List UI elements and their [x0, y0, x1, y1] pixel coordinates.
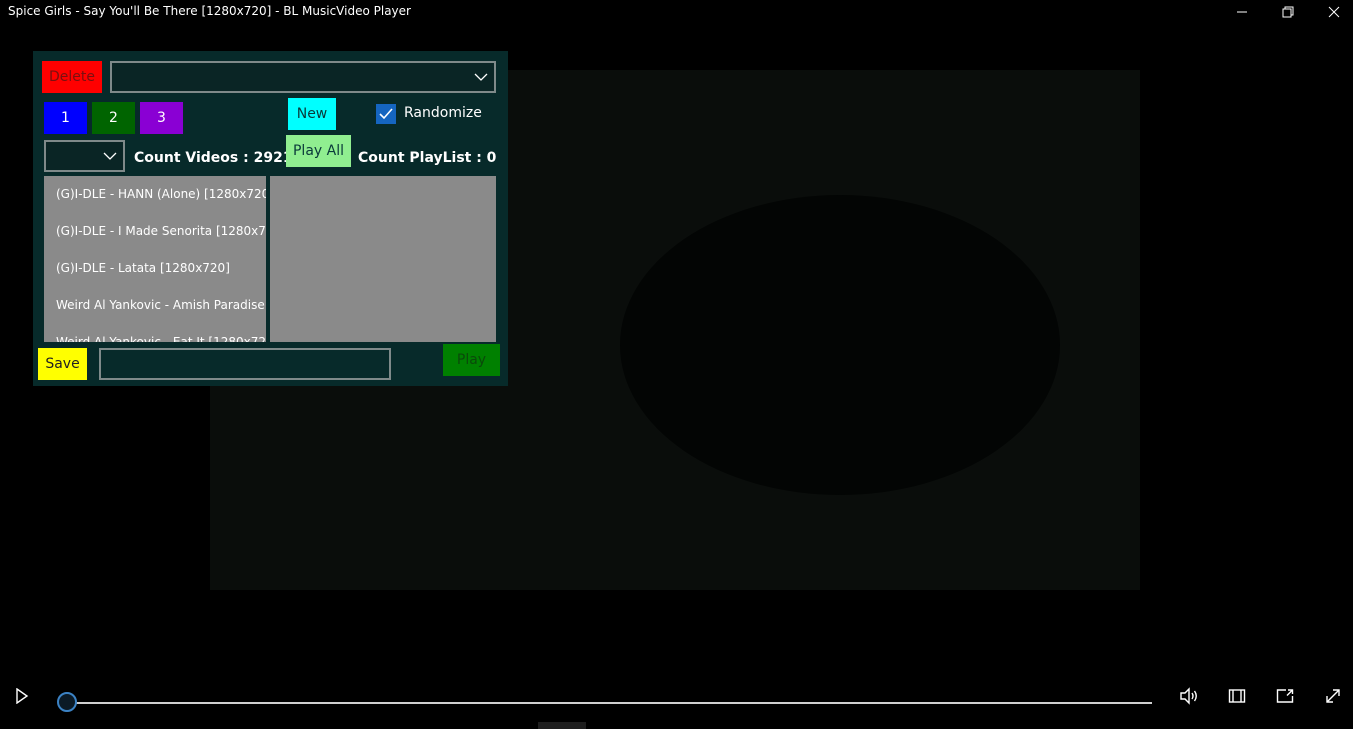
- video-frame-shape: [620, 195, 1060, 495]
- new-button[interactable]: New: [288, 98, 336, 130]
- list-item[interactable]: (G)I-DLE - Latata [1280x720]: [44, 250, 266, 287]
- count-playlist-label: Count PlayList : 0: [358, 150, 497, 166]
- group-selector-combo[interactable]: [44, 140, 125, 172]
- count-videos-label: Count Videos : 2921: [134, 150, 293, 166]
- volume-button[interactable]: [1177, 684, 1201, 708]
- play-button-label: Play: [456, 352, 487, 368]
- playlist-combo[interactable]: [110, 61, 496, 93]
- aspect-ratio-button[interactable]: [1225, 684, 1249, 708]
- volume-icon: [1180, 687, 1197, 705]
- close-icon: [1328, 6, 1340, 18]
- aspect-ratio-icon: [1228, 689, 1246, 703]
- fullscreen-icon: [1326, 689, 1340, 703]
- list-item[interactable]: (G)I-DLE - I Made Senorita [1280x720]: [44, 213, 266, 250]
- checkmark-icon: [379, 108, 393, 120]
- group-button-1-label: 1: [61, 110, 70, 126]
- chevron-down-icon: [474, 73, 488, 81]
- delete-button[interactable]: Delete: [42, 61, 102, 93]
- fullscreen-button[interactable]: [1321, 684, 1345, 708]
- play-all-button-label: Play All: [292, 143, 344, 159]
- delete-button-label: Delete: [49, 69, 95, 85]
- maximize-button[interactable]: [1265, 0, 1311, 24]
- cast-icon: [1276, 689, 1294, 703]
- group-button-2[interactable]: 2: [92, 102, 135, 134]
- cast-button[interactable]: [1273, 684, 1297, 708]
- seek-bar-thumb[interactable]: [57, 692, 77, 712]
- group-button-3[interactable]: 3: [140, 102, 183, 134]
- playlist-list[interactable]: [270, 176, 496, 342]
- group-button-2-label: 2: [109, 110, 118, 126]
- seek-bar-track[interactable]: [68, 702, 1152, 704]
- randomize-label: Randomize: [404, 105, 482, 121]
- list-item[interactable]: (G)I-DLE - HANN (Alone) [1280x720]: [44, 176, 266, 213]
- chevron-down-icon: [103, 152, 117, 160]
- playlist-name-input[interactable]: [99, 348, 391, 380]
- maximize-icon: [1282, 6, 1294, 18]
- close-button[interactable]: [1311, 0, 1353, 24]
- taskbar-fragment: [538, 722, 586, 729]
- play-pause-button[interactable]: [10, 684, 34, 708]
- list-item[interactable]: Weird Al Yankovic - Amish Paradise [1280…: [44, 287, 266, 324]
- save-button-label: Save: [45, 356, 80, 372]
- minimize-icon: [1237, 11, 1247, 13]
- save-button[interactable]: Save: [38, 348, 87, 380]
- randomize-checkbox[interactable]: [376, 104, 396, 124]
- title-bar: Spice Girls - Say You'll Be There [1280x…: [0, 0, 1353, 24]
- list-item[interactable]: Weird Al Yankovic - Eat It [1280x720]: [44, 324, 266, 342]
- window-title: Spice Girls - Say You'll Be There [1280x…: [8, 4, 411, 18]
- group-button-1[interactable]: 1: [44, 102, 87, 134]
- video-list[interactable]: (G)I-DLE - HANN (Alone) [1280x720] (G)I-…: [44, 176, 266, 342]
- new-button-label: New: [296, 106, 328, 122]
- play-icon: [16, 688, 29, 704]
- play-button[interactable]: Play: [443, 344, 500, 376]
- play-all-button[interactable]: Play All: [286, 135, 351, 167]
- minimize-button[interactable]: [1219, 0, 1265, 24]
- group-button-3-label: 3: [157, 110, 166, 126]
